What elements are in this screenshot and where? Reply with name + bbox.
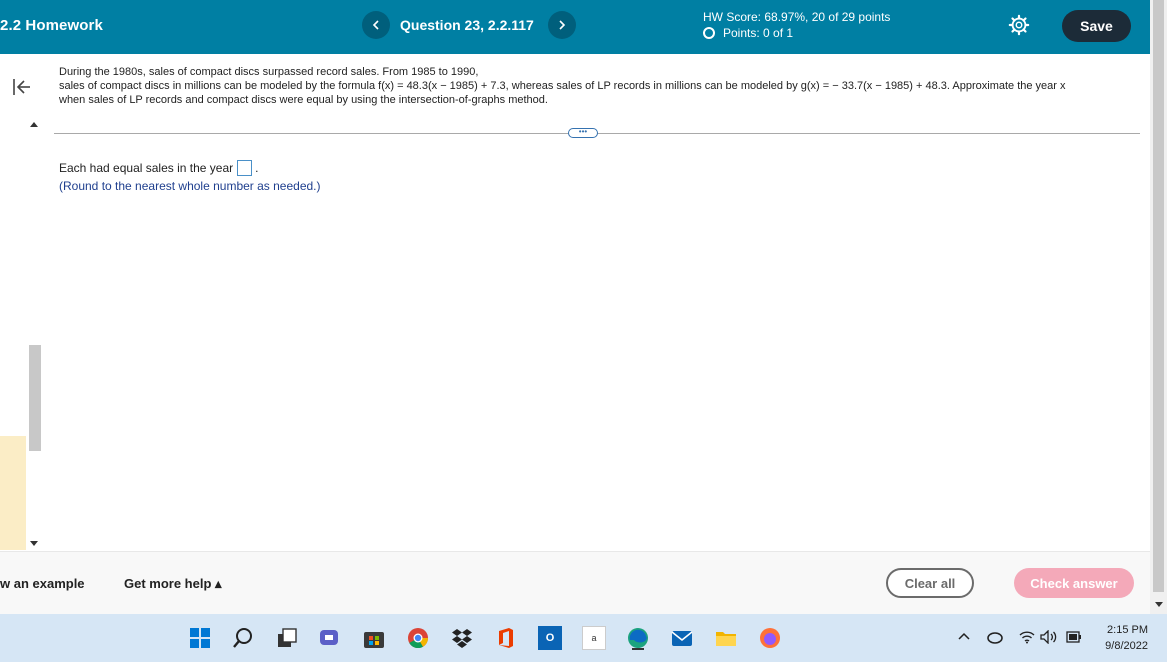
wifi-icon[interactable] — [1019, 630, 1035, 647]
speaker-icon[interactable] — [1040, 629, 1058, 647]
answer-suffix: . — [255, 161, 259, 175]
app-window: 2.2 Homework Question 23, 2.2.117 HW Sco… — [0, 0, 1167, 662]
answer-line: Each had equal sales in the year . — [59, 160, 258, 176]
office-icon[interactable] — [494, 626, 518, 650]
clock-date[interactable]: 9/8/2022 — [1094, 640, 1148, 652]
question-line: when sales of LP records and compact dis… — [59, 94, 548, 106]
firefox-icon[interactable] — [758, 626, 782, 650]
chevron-left-icon — [372, 20, 379, 30]
header-bar: 2.2 Homework Question 23, 2.2.117 HW Sco… — [0, 0, 1150, 54]
dropbox-icon[interactable] — [450, 626, 474, 650]
points-text: Points: 0 of 1 — [723, 26, 794, 40]
year-answer-input[interactable] — [237, 160, 253, 176]
outlook-icon[interactable]: O — [538, 626, 562, 650]
store-icon[interactable] — [362, 626, 386, 650]
points-status: Points: 0 of 1 — [703, 26, 793, 40]
task-view-icon[interactable] — [275, 626, 299, 650]
expand-dots-button[interactable]: ••• — [568, 128, 598, 138]
clock-time[interactable]: 2:15 PM — [1100, 624, 1148, 636]
search-icon[interactable] — [231, 626, 255, 650]
check-answer-button[interactable]: Check answer — [1014, 568, 1134, 598]
rounding-hint: (Round to the nearest whole number as ne… — [59, 179, 321, 193]
file-explorer-icon[interactable] — [714, 626, 738, 650]
question-text: During the 1980s, sales of compact discs… — [59, 65, 1134, 107]
gear-icon[interactable] — [1008, 14, 1030, 36]
scroll-down-icon[interactable] — [1155, 601, 1163, 609]
previous-question-button[interactable] — [362, 11, 390, 39]
windows-start-icon[interactable] — [188, 626, 212, 650]
clear-all-button[interactable]: Clear all — [886, 568, 974, 598]
view-example-link[interactable]: w an example — [0, 576, 85, 591]
left-panel-highlight — [0, 436, 26, 550]
left-scrollbar-thumb[interactable] — [29, 345, 41, 451]
onedrive-icon[interactable] — [986, 630, 1004, 647]
scroll-down-icon[interactable] — [30, 540, 38, 548]
chevron-right-icon — [559, 20, 566, 30]
show-hidden-icons-icon[interactable] — [958, 630, 970, 644]
edge-icon[interactable] — [626, 626, 650, 650]
question-line: sales of compact discs in millions can b… — [59, 80, 1066, 92]
question-line: During the 1980s, sales of compact discs… — [59, 66, 479, 78]
collapse-panel-icon[interactable] — [10, 76, 32, 98]
right-scrollbar-thumb[interactable] — [1153, 0, 1164, 592]
next-question-button[interactable] — [548, 11, 576, 39]
hw-score: HW Score: 68.97%, 20 of 29 points — [703, 10, 891, 24]
homework-title: 2.2 Homework — [0, 17, 103, 34]
points-circle-icon — [703, 27, 715, 39]
save-button[interactable]: Save — [1062, 10, 1131, 42]
teams-chat-icon[interactable] — [318, 626, 342, 650]
mail-icon[interactable] — [670, 626, 694, 650]
amazon-icon[interactable]: a — [582, 626, 606, 650]
get-more-help-link[interactable]: Get more help ▴ — [124, 576, 222, 592]
scroll-up-icon[interactable] — [30, 120, 38, 128]
question-label: Question 23, 2.2.117 — [400, 17, 534, 33]
chrome-icon[interactable] — [406, 626, 430, 650]
answer-prefix: Each had equal sales in the year — [59, 161, 234, 175]
battery-icon[interactable] — [1066, 630, 1082, 647]
